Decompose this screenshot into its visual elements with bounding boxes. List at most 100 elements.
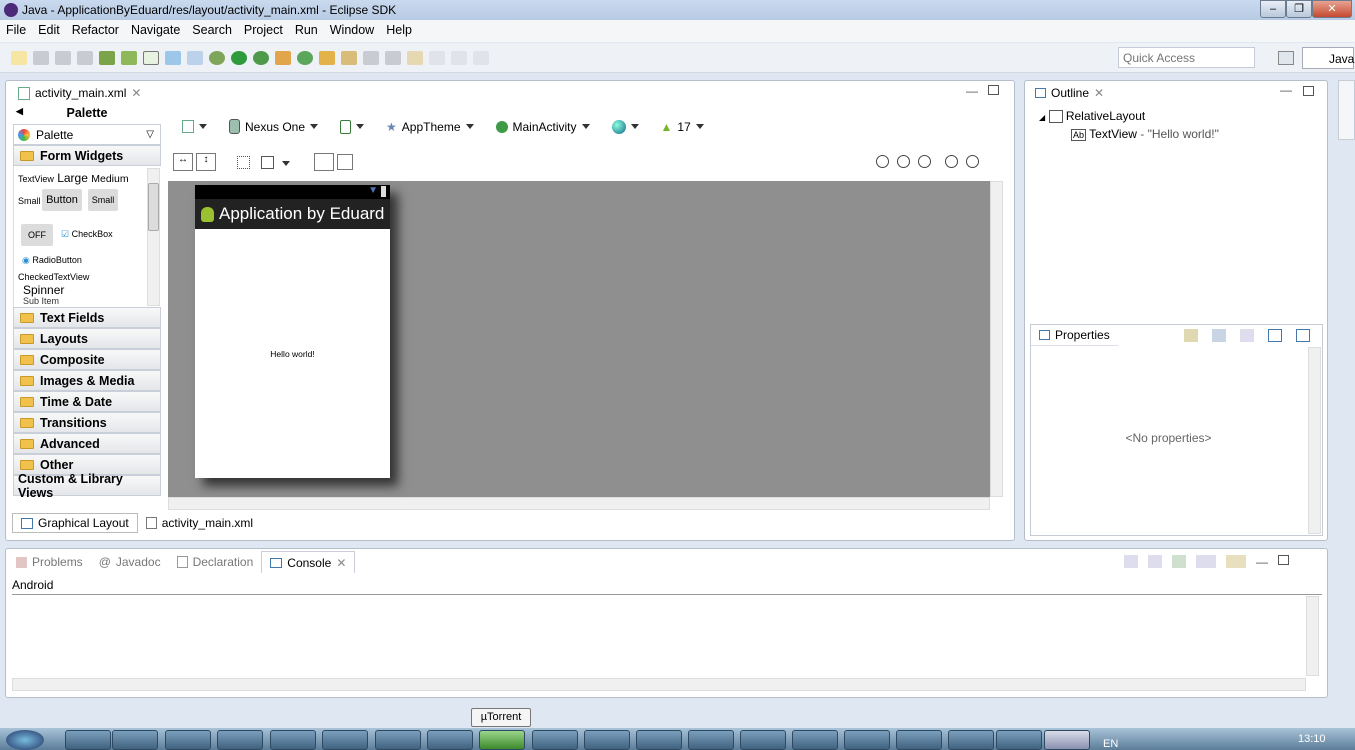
collapse-icon[interactable]: ◀ bbox=[16, 106, 23, 117]
config-chooser[interactable] bbox=[182, 119, 207, 134]
new-package-icon[interactable] bbox=[275, 51, 291, 65]
menu-file[interactable]: File bbox=[0, 20, 32, 37]
hello-world-textview[interactable]: Hello world! bbox=[195, 349, 390, 359]
category-images-media[interactable]: Images & Media bbox=[13, 370, 161, 391]
sdk-manager-icon[interactable] bbox=[99, 51, 115, 65]
close-tab-icon[interactable]: ✕ bbox=[131, 86, 141, 100]
open-perspective-icon[interactable] bbox=[1278, 51, 1294, 65]
menu-project[interactable]: Project bbox=[238, 20, 289, 37]
theme-selector[interactable]: ★ AppTheme bbox=[386, 119, 474, 134]
tab-problems[interactable]: Problems bbox=[8, 551, 91, 573]
console-vertical-scrollbar[interactable] bbox=[1306, 596, 1319, 676]
new-class-icon[interactable] bbox=[297, 51, 313, 65]
show-categories-icon[interactable] bbox=[1184, 329, 1198, 342]
canvas-vertical-scrollbar[interactable] bbox=[990, 181, 1003, 497]
taskbar-app7[interactable] bbox=[792, 730, 838, 750]
collapse-all-icon[interactable] bbox=[1296, 329, 1310, 342]
taskbar-app2[interactable] bbox=[427, 730, 473, 750]
baseline-icon[interactable] bbox=[314, 153, 334, 171]
menu-help[interactable]: Help bbox=[380, 20, 418, 37]
clear-console-icon[interactable] bbox=[1124, 555, 1138, 568]
layout-canvas[interactable]: ▼ Application by Eduard Hello world! bbox=[168, 181, 1003, 497]
maximize-button[interactable]: ❐ bbox=[1286, 0, 1312, 18]
device-selector[interactable]: Nexus One bbox=[229, 119, 319, 134]
outline-node-textview[interactable]: Ab TextView - "Hello world!" bbox=[1071, 127, 1219, 141]
properties-tab[interactable]: Properties bbox=[1031, 325, 1118, 346]
lint-icon[interactable] bbox=[143, 51, 159, 65]
sort-icon[interactable] bbox=[1212, 329, 1226, 342]
menu-navigate[interactable]: Navigate bbox=[125, 20, 186, 37]
tab-graphical-layout[interactable]: Graphical Layout bbox=[12, 513, 138, 533]
gravity-icon[interactable] bbox=[261, 156, 274, 169]
external-tools-icon[interactable] bbox=[253, 51, 269, 65]
canvas-horizontal-scrollbar[interactable] bbox=[168, 497, 990, 510]
editor-tab[interactable]: activity_main.xml ✕ bbox=[10, 82, 150, 104]
widget-large[interactable]: Large bbox=[57, 171, 88, 185]
category-custom-library-views[interactable]: Custom & Library Views bbox=[13, 472, 161, 500]
taskbar-cmd[interactable] bbox=[740, 730, 786, 750]
palette-selector[interactable]: Palette ▽ bbox=[13, 124, 161, 145]
zoom-100-icon[interactable] bbox=[918, 155, 931, 168]
maximize-icon[interactable] bbox=[1303, 86, 1314, 96]
category-form-widgets[interactable]: Form Widgets bbox=[13, 145, 161, 166]
taskbar-utorrent[interactable] bbox=[479, 730, 525, 750]
avd-manager-icon[interactable] bbox=[121, 51, 137, 65]
forward-icon[interactable] bbox=[451, 51, 467, 65]
activity-selector[interactable]: MainActivity bbox=[495, 119, 590, 134]
taskbar-firefox[interactable] bbox=[65, 730, 111, 750]
widget-radiobutton[interactable]: ◉ RadioButton bbox=[22, 255, 82, 266]
minimize-icon[interactable]: — bbox=[1280, 83, 1292, 97]
taskbar-thunderbird[interactable] bbox=[112, 730, 158, 750]
clock[interactable]: 13:10 bbox=[1298, 733, 1326, 745]
maximize-icon[interactable] bbox=[1278, 555, 1289, 565]
layout-params-icon[interactable] bbox=[337, 154, 353, 170]
zoom-out-icon[interactable] bbox=[945, 155, 958, 168]
taskbar-chrome[interactable] bbox=[217, 730, 263, 750]
minimize-icon[interactable]: — bbox=[966, 84, 978, 98]
taskbar-word[interactable] bbox=[996, 730, 1042, 750]
advanced-icon[interactable] bbox=[1240, 329, 1254, 342]
category-text-fields[interactable]: Text Fields bbox=[13, 307, 161, 328]
expand-all-icon[interactable] bbox=[1268, 329, 1282, 342]
taskbar-app3[interactable] bbox=[532, 730, 578, 750]
category-transitions[interactable]: Transitions bbox=[13, 412, 161, 433]
last-edit-icon[interactable] bbox=[407, 51, 423, 65]
widget-checkbox[interactable]: ☑ CheckBox bbox=[61, 229, 113, 240]
widget-textview[interactable]: TextView bbox=[18, 174, 54, 184]
widget-checkedtextview[interactable]: CheckedTextView bbox=[18, 272, 89, 282]
zoom-fit-icon[interactable] bbox=[876, 155, 889, 168]
menu-edit[interactable]: Edit bbox=[32, 20, 66, 37]
taskbar-app[interactable] bbox=[322, 730, 368, 750]
orientation-selector[interactable] bbox=[340, 119, 365, 134]
pin-editor-icon[interactable] bbox=[473, 51, 489, 65]
widget-small-text[interactable]: Small bbox=[18, 196, 41, 206]
taskbar-notepad[interactable] bbox=[375, 730, 421, 750]
widget-button[interactable]: Button bbox=[42, 189, 82, 211]
java-perspective-button[interactable]: Java bbox=[1302, 47, 1354, 69]
toggle-fill-height-icon[interactable]: ↕ bbox=[196, 153, 216, 171]
pin-console-icon[interactable] bbox=[1172, 555, 1186, 568]
category-composite[interactable]: Composite bbox=[13, 349, 161, 370]
locale-selector[interactable] bbox=[611, 119, 639, 134]
display-console-icon[interactable] bbox=[1196, 555, 1216, 568]
taskbar-eclipse[interactable] bbox=[1044, 730, 1090, 750]
menu-search[interactable]: Search bbox=[186, 20, 238, 37]
start-button[interactable] bbox=[6, 730, 44, 750]
language-indicator[interactable]: EN bbox=[1103, 738, 1118, 750]
toggle-fill-width-icon[interactable]: ↔ bbox=[173, 153, 193, 171]
open-type-icon[interactable] bbox=[319, 51, 335, 65]
widget-toggle-button[interactable]: OFF bbox=[21, 224, 53, 246]
new-android-xml-icon[interactable] bbox=[165, 51, 181, 65]
open-console-icon[interactable] bbox=[1226, 555, 1246, 568]
category-time-date[interactable]: Time & Date bbox=[13, 391, 161, 412]
minimize-icon[interactable]: — bbox=[1256, 555, 1268, 569]
taskbar-app8[interactable] bbox=[844, 730, 890, 750]
next-annotation-icon[interactable] bbox=[363, 51, 379, 65]
menu-run[interactable]: Run bbox=[289, 20, 324, 37]
tab-xml-source[interactable]: activity_main.xml bbox=[138, 513, 261, 533]
previous-annotation-icon[interactable] bbox=[385, 51, 401, 65]
category-advanced[interactable]: Advanced bbox=[13, 433, 161, 454]
taskbar-vlc[interactable] bbox=[896, 730, 942, 750]
console-horizontal-scrollbar[interactable] bbox=[12, 678, 1306, 691]
zoom-real-size-icon[interactable] bbox=[897, 155, 910, 168]
